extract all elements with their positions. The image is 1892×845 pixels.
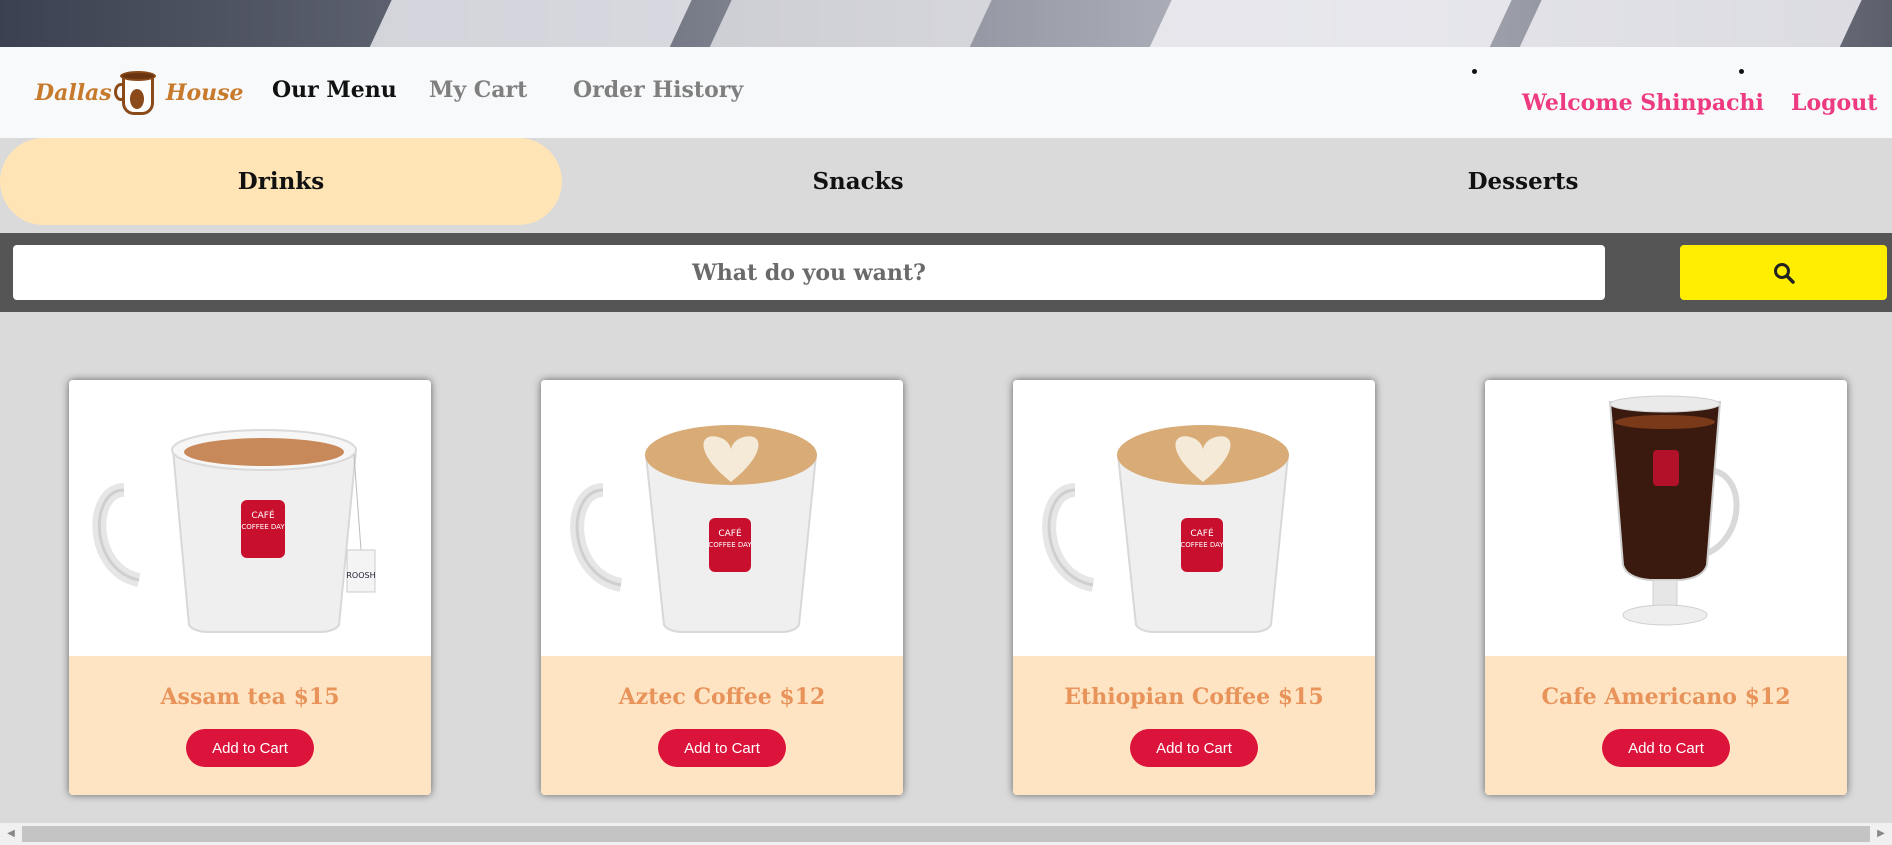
add-to-cart-button[interactable]: Add to Cart (1602, 729, 1730, 767)
header-banner-image (0, 0, 1892, 47)
add-to-cart-button[interactable]: Add to Cart (186, 729, 314, 767)
tab-drinks[interactable]: Drinks (0, 138, 562, 225)
product-info: Assam tea $15 Add to Cart (69, 656, 431, 795)
tab-snacks[interactable]: Snacks (562, 138, 1154, 225)
nav-my-cart[interactable]: My Cart (429, 77, 527, 103)
add-to-cart-button[interactable]: Add to Cart (1130, 729, 1258, 767)
product-title: Cafe Americano $12 (1541, 684, 1791, 710)
product-title: Aztec Coffee $12 (618, 684, 826, 710)
add-to-cart-button[interactable]: Add to Cart (658, 729, 786, 767)
americano-glass-image (1485, 380, 1847, 656)
svg-text:ROOSH: ROOSH (346, 571, 375, 580)
svg-text:CAFÉ: CAFÉ (718, 527, 742, 539)
product-card: CAFÉ COFFEE DAY Aztec Coffee $12 Add to … (541, 380, 903, 795)
coffee-cup-icon (113, 65, 162, 121)
product-card: CAFÉ COFFEE DAY Ethiopian Coffee $15 Add… (1013, 380, 1375, 795)
search-button[interactable] (1680, 245, 1887, 300)
search-icon (1773, 262, 1795, 284)
product-info: Aztec Coffee $12 Add to Cart (541, 656, 903, 795)
product-title: Assam tea $15 (160, 684, 340, 710)
latte-mug-image: CAFÉ COFFEE DAY (541, 380, 903, 656)
svg-text:CAFÉ: CAFÉ (1190, 527, 1214, 539)
product-title: Ethiopian Coffee $15 (1064, 684, 1324, 710)
svg-text:COFFEE DAY: COFFEE DAY (1180, 541, 1224, 549)
brand-right: House (165, 80, 244, 106)
product-card: CAFÉ COFFEE DAY ROOSH Assam tea $15 Add … (69, 380, 431, 795)
scroll-left-icon[interactable]: ◀ (4, 827, 18, 841)
tab-desserts[interactable]: Desserts (1154, 138, 1892, 225)
logout-link[interactable]: Logout (1791, 90, 1877, 116)
welcome-user: Welcome Shinpachi (1522, 90, 1764, 116)
scrollbar-thumb[interactable] (22, 826, 1870, 842)
product-info: Cafe Americano $12 Add to Cart (1485, 656, 1847, 795)
nav-order-history[interactable]: Order History (573, 77, 743, 103)
category-tabs: Drinks Snacks Desserts (0, 138, 1892, 225)
product-info: Ethiopian Coffee $15 Add to Cart (1013, 656, 1375, 795)
svg-text:COFFEE DAY: COFFEE DAY (241, 523, 285, 531)
list-bullet (1739, 69, 1744, 74)
list-bullet (1472, 69, 1477, 74)
horizontal-scrollbar[interactable]: ◀ ▶ (0, 823, 1892, 845)
nav-our-menu[interactable]: Our Menu (272, 77, 397, 103)
latte-mug-image: CAFÉ COFFEE DAY (1013, 380, 1375, 656)
svg-text:CAFÉ: CAFÉ (251, 509, 275, 521)
tea-mug-image: CAFÉ COFFEE DAY ROOSH (69, 380, 431, 656)
search-bar (0, 233, 1892, 312)
svg-text:COFFEE DAY: COFFEE DAY (708, 541, 752, 549)
brand-left: Dallas (35, 80, 112, 106)
brand-logo[interactable]: Dallas House (35, 65, 244, 121)
search-input[interactable] (13, 245, 1605, 300)
product-card: Cafe Americano $12 Add to Cart (1485, 380, 1847, 795)
scroll-right-icon[interactable]: ▶ (1874, 827, 1888, 841)
